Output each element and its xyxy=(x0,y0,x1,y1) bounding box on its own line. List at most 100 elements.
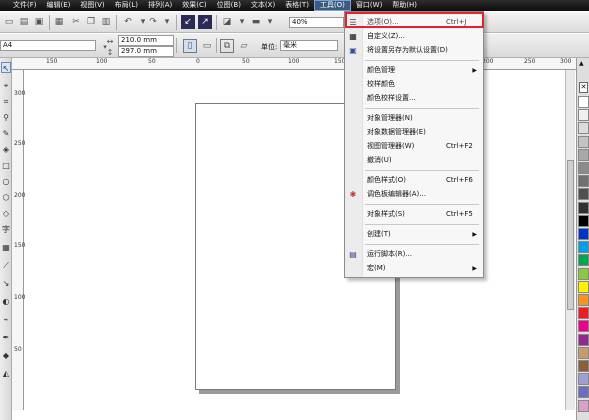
color-swatch[interactable] xyxy=(578,135,589,148)
menu-view[interactable]: 视图(V) xyxy=(75,0,109,11)
color-swatch[interactable] xyxy=(578,122,589,135)
redo-dropdown-icon[interactable]: ▾ xyxy=(160,15,174,29)
polygon-tool-icon[interactable]: ⬡ xyxy=(1,192,11,203)
undo-icon[interactable]: ↶ xyxy=(121,15,135,29)
color-swatch[interactable] xyxy=(578,175,589,188)
page-width-field[interactable]: 210.0 mm xyxy=(118,35,174,46)
menu-help[interactable]: 帮助(H) xyxy=(387,0,422,11)
menu-edit[interactable]: 编辑(E) xyxy=(42,0,76,11)
launcher-dropdown-icon[interactable]: ▾ xyxy=(263,15,277,29)
menu-item-object-styles[interactable]: 对象样式(S) Ctrl+F5 xyxy=(345,208,483,221)
menu-item-proof-settings[interactable]: 颜色校样设置... xyxy=(345,92,483,105)
menu-item-palette-editor[interactable]: ✱ 调色板编辑器(A)... xyxy=(345,188,483,201)
color-swatch[interactable] xyxy=(578,148,589,161)
page-height-field[interactable]: 297.0 mm xyxy=(118,46,174,57)
menu-item-color-styles[interactable]: 颜色样式(O) Ctrl+F6 xyxy=(345,174,483,187)
import-icon[interactable]: ↙ xyxy=(181,15,195,29)
color-swatch[interactable] xyxy=(578,333,589,346)
welcome-screen-icon[interactable]: ▾ xyxy=(235,15,249,29)
color-swatch[interactable] xyxy=(578,294,589,306)
color-swatch[interactable] xyxy=(578,320,589,333)
units-select[interactable]: 毫米 xyxy=(280,40,338,51)
color-swatch[interactable] xyxy=(578,360,589,372)
color-swatch[interactable] xyxy=(578,386,589,399)
text-tool-icon[interactable]: 字 xyxy=(1,224,11,235)
menu-item-proof-colors[interactable]: 校样颜色 xyxy=(345,78,483,91)
all-pages-icon[interactable]: ⧉ xyxy=(220,39,234,53)
basic-shapes-icon[interactable]: ◇ xyxy=(1,208,11,219)
paste-icon[interactable]: ▥ xyxy=(99,15,113,29)
menu-window[interactable]: 窗口(W) xyxy=(351,0,387,11)
color-swatch[interactable] xyxy=(578,346,589,359)
rectangle-tool-icon[interactable]: □ xyxy=(1,160,11,171)
scrollbar-thumb[interactable] xyxy=(567,160,574,310)
menu-file[interactable]: 文件(F) xyxy=(8,0,42,11)
shape-tool-icon[interactable]: ⌖ xyxy=(1,80,11,91)
color-swatch[interactable] xyxy=(578,162,589,174)
outline-tool-icon[interactable]: ✒ xyxy=(1,332,11,343)
current-page-icon[interactable]: ▱ xyxy=(237,39,251,53)
vertical-scrollbar[interactable] xyxy=(565,70,575,410)
zoom-level-field[interactable]: 40% xyxy=(289,17,344,28)
menu-layout[interactable]: 布局(L) xyxy=(110,0,143,11)
interactive-fill-icon[interactable]: ◐ xyxy=(1,296,11,307)
connector-tool-icon[interactable]: ↘ xyxy=(1,278,11,289)
color-swatch[interactable] xyxy=(578,373,589,386)
menu-item-macros[interactable]: 宏(M) ▶ xyxy=(345,262,483,275)
crop-tool-icon[interactable]: ⌗ xyxy=(1,96,11,107)
redo-icon[interactable]: ↷ xyxy=(146,15,160,29)
palette-scroll-up-icon[interactable]: ▲ xyxy=(579,60,584,67)
ellipse-tool-icon[interactable]: ○ xyxy=(1,176,11,187)
export-icon[interactable]: ↗ xyxy=(198,15,212,29)
color-swatch[interactable] xyxy=(578,267,589,280)
eyedropper-tool-icon[interactable]: ⌁ xyxy=(1,314,11,325)
color-swatch[interactable] xyxy=(578,254,589,267)
menu-text[interactable]: 文本(X) xyxy=(246,0,280,11)
pick-tool-icon[interactable]: ↖ xyxy=(1,62,11,73)
interactive-fill-tool-icon[interactable]: ◭ xyxy=(1,368,11,379)
menu-arrange[interactable]: 排列(A) xyxy=(143,0,177,11)
color-swatch[interactable] xyxy=(578,399,589,412)
menu-item-create[interactable]: 创建(T) ▶ xyxy=(345,228,483,241)
open-icon[interactable]: ▤ xyxy=(17,15,31,29)
landscape-icon[interactable]: ▭ xyxy=(200,39,214,53)
fill-tool-icon[interactable]: ◆ xyxy=(1,350,11,361)
menu-item-save-as-default[interactable]: ▣ 将设置另存为默认设置(D) xyxy=(345,44,483,57)
color-swatch[interactable] xyxy=(578,228,589,240)
menu-bitmaps[interactable]: 位图(B) xyxy=(212,0,246,11)
color-swatch[interactable] xyxy=(578,201,589,214)
color-swatch[interactable] xyxy=(578,96,589,108)
menu-item-undo[interactable]: 撤消(U) xyxy=(345,154,483,167)
color-swatch[interactable] xyxy=(578,280,589,293)
color-swatch[interactable] xyxy=(578,109,589,122)
print-icon[interactable]: ▦ xyxy=(52,15,66,29)
menu-item-customize[interactable]: ▦ 自定义(Z)... xyxy=(345,30,483,43)
cut-icon[interactable]: ✂ xyxy=(69,15,83,29)
color-swatch[interactable] xyxy=(578,241,589,254)
color-swatch[interactable] xyxy=(578,188,589,201)
corel-online-icon[interactable]: ▬ xyxy=(249,15,263,29)
menu-item-run-script[interactable]: ▤ 运行脚本(R)... xyxy=(345,248,483,261)
zoom-tool-icon[interactable]: ⚲ xyxy=(1,112,11,123)
horizontal-ruler: 150 100 50 0 50 100 150 200 250 300 xyxy=(12,58,578,70)
menu-item-view-manager[interactable]: 视图管理器(W) Ctrl+F2 xyxy=(345,140,483,153)
new-document-icon[interactable]: ▭ xyxy=(2,15,16,29)
freehand-tool-icon[interactable]: ✎ xyxy=(1,128,11,139)
menu-tools[interactable]: 工具(O) xyxy=(313,0,351,11)
dimension-tool-icon[interactable]: ⟋ xyxy=(1,260,11,271)
color-swatch[interactable] xyxy=(578,307,589,320)
copy-icon[interactable]: ❐ xyxy=(84,15,98,29)
menu-item-object-manager[interactable]: 对象管理器(N) xyxy=(345,112,483,125)
table-tool-icon[interactable]: ▦ xyxy=(1,242,11,253)
smart-fill-icon[interactable]: ◈ xyxy=(1,144,11,155)
portrait-icon[interactable]: ▯ xyxy=(183,39,197,53)
menu-item-color-management[interactable]: 颜色管理 ▶ xyxy=(345,64,483,77)
menu-item-object-data-manager[interactable]: 对象数据管理器(E) xyxy=(345,126,483,139)
menu-table[interactable]: 表格(T) xyxy=(280,0,314,11)
save-icon[interactable]: ▣ xyxy=(32,15,46,29)
page-size-select[interactable]: A4 xyxy=(0,40,96,51)
color-swatch[interactable] xyxy=(578,214,589,227)
application-launcher-icon[interactable]: ◪ xyxy=(220,15,234,29)
no-color-icon[interactable]: ✕ xyxy=(579,82,588,93)
menu-effects[interactable]: 效果(C) xyxy=(177,0,211,11)
